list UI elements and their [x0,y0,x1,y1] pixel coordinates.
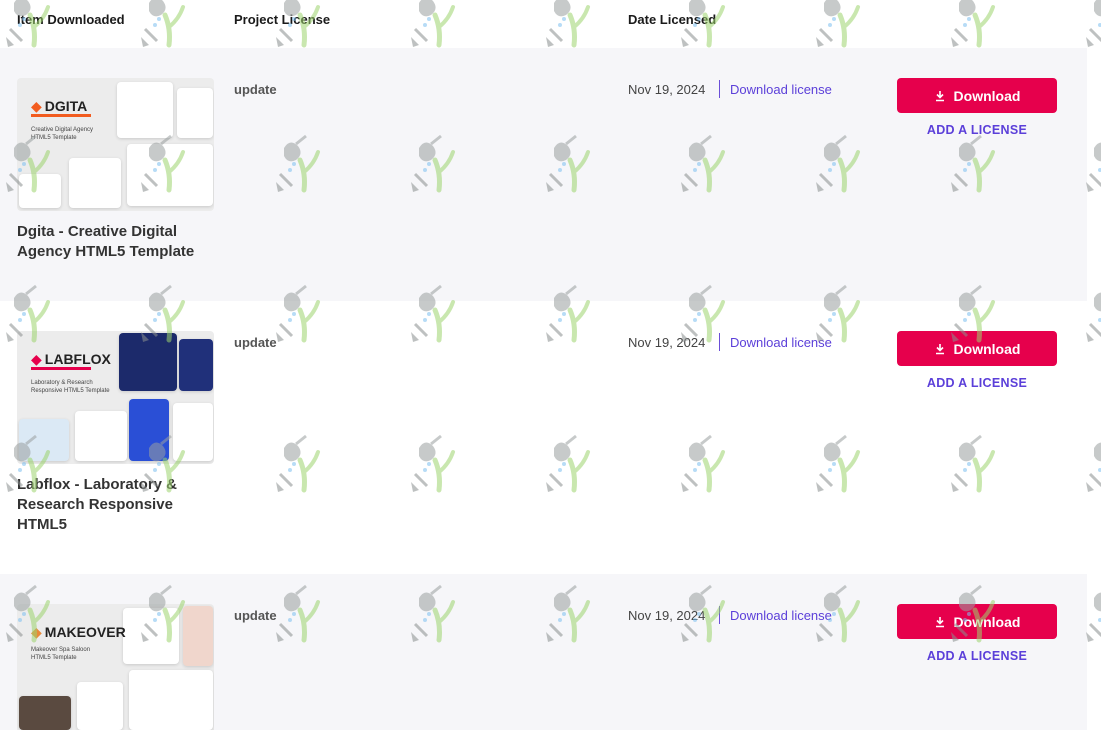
download-license-link[interactable]: Download license [730,82,832,97]
item-thumbnail[interactable]: ◆ LABFLOX Laboratory & Research Responsiv… [17,331,214,464]
item-title[interactable]: Dgita - Creative Digital Agency HTML5 Te… [17,222,217,262]
date-licensed-value: Nov 19, 2024 [628,335,706,350]
thumb-tagline: Creative Digital Agency HTML5 Template [31,127,94,141]
header-project-license: Project License [234,12,331,27]
date-licensed-value: Nov 19, 2024 [628,82,706,97]
download-icon [935,343,944,354]
thumb-brand-logo: ◆ LABFLOX [31,351,111,367]
project-license-value: update [234,335,277,350]
project-license-value: update [234,608,277,623]
table-row: ◆ MAKEOVER Makeover Spa Saloon HTML5 Temp… [0,574,1087,730]
download-license-link[interactable]: Download license [730,335,832,350]
add-license-link[interactable]: ADD A LICENSE [897,376,1057,390]
add-license-link[interactable]: ADD A LICENSE [897,123,1057,137]
download-button[interactable]: Download [897,604,1057,639]
header-date-licensed: Date Licensed [628,12,717,27]
divider [719,606,720,624]
download-icon [935,90,944,101]
add-license-link[interactable]: ADD A LICENSE [897,649,1057,663]
item-title[interactable]: Labflox - Laboratory & Research Responsi… [17,475,217,535]
table-row: ◆ DGITA Creative Digital Agency HTML5 Tem… [0,48,1087,301]
table-header: Item Downloaded Project License Date Lic… [0,0,1087,48]
thumb-tagline: Laboratory & Research Responsive HTML5 T… [31,380,110,394]
divider [719,80,720,98]
divider [719,333,720,351]
header-item-downloaded: Item Downloaded [17,12,125,27]
item-thumbnail[interactable]: ◆ MAKEOVER Makeover Spa Saloon HTML5 Temp… [17,604,214,730]
download-license-link[interactable]: Download license [730,608,832,623]
thumb-brand-logo: ◆ MAKEOVER [31,624,126,640]
download-button[interactable]: Download [897,78,1057,113]
download-icon [935,616,944,627]
table-row: ◆ LABFLOX Laboratory & Research Responsiv… [0,301,1087,574]
thumb-tagline: Makeover Spa Saloon HTML5 Template [31,647,91,661]
thumb-brand-logo: ◆ DGITA [31,98,88,114]
project-license-value: update [234,82,277,97]
item-thumbnail[interactable]: ◆ DGITA Creative Digital Agency HTML5 Tem… [17,78,214,211]
date-licensed-value: Nov 19, 2024 [628,608,706,623]
download-button[interactable]: Download [897,331,1057,366]
